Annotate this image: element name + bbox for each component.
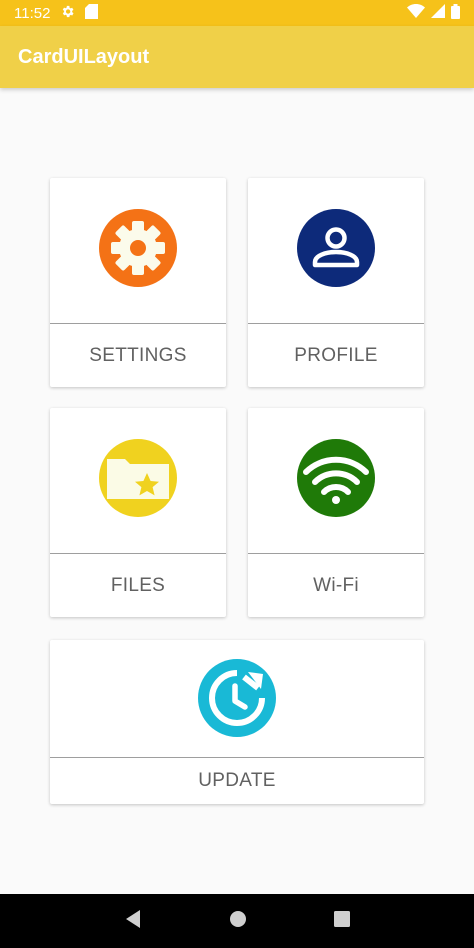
wifi-label: Wi-Fi (313, 574, 359, 596)
navigation-bar (0, 894, 474, 948)
app-bar: CardUILayout (0, 26, 474, 88)
status-time: 11:52 (14, 4, 51, 22)
files-card[interactable]: FILES (50, 408, 226, 617)
app-title: CardUILayout (18, 45, 150, 68)
files-label: FILES (110, 574, 166, 596)
gear-icon (99, 209, 177, 292)
settings-label: SETTINGS (89, 344, 187, 366)
update-clock-icon (198, 659, 276, 742)
signal-icon (431, 4, 445, 22)
wifi-card[interactable]: Wi-Fi (248, 408, 424, 617)
update-card[interactable]: UPDATE (50, 640, 424, 804)
status-bar: 11:52 (0, 0, 474, 26)
update-label: UPDATE (198, 769, 276, 791)
recents-icon[interactable] (334, 910, 351, 932)
settings-icon (60, 4, 75, 23)
wifi-icon (407, 4, 425, 22)
home-icon[interactable] (229, 910, 247, 933)
profile-card[interactable]: PROFILE (248, 178, 424, 387)
battery-icon (451, 3, 460, 23)
folder-star-icon (99, 439, 177, 522)
person-icon (297, 209, 375, 292)
profile-label: PROFILE (294, 344, 378, 366)
settings-card[interactable]: SETTINGS (50, 178, 226, 387)
sd-card-icon (85, 3, 99, 23)
back-icon[interactable] (124, 909, 142, 934)
wifi-icon (297, 439, 375, 522)
